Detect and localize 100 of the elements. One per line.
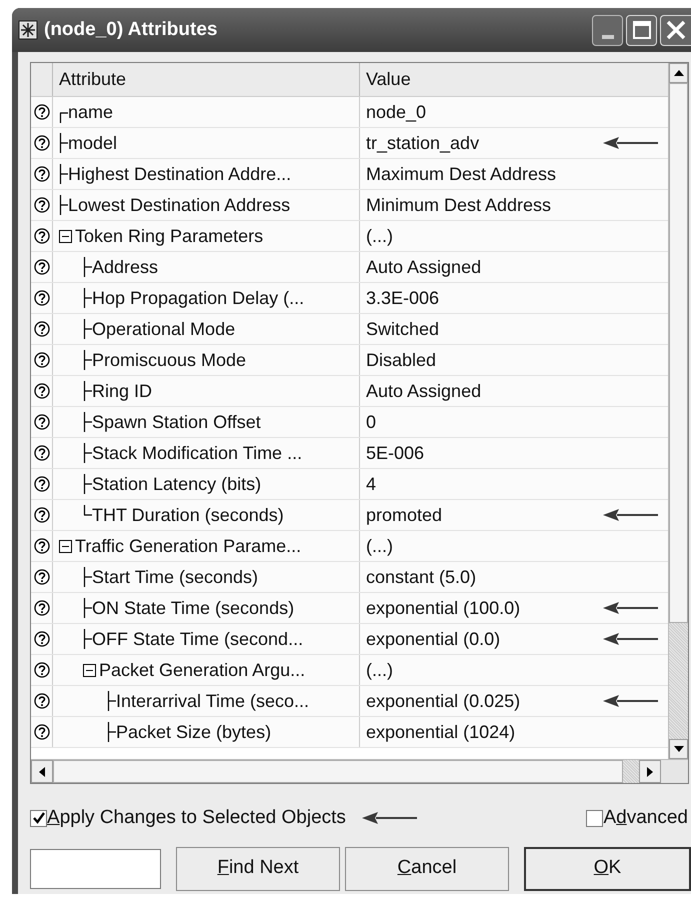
attribute-value[interactable]: exponential (0.025) [366, 688, 520, 714]
table-row[interactable]: model tr_station_adv [31, 128, 668, 159]
attribute-value[interactable]: promoted [366, 502, 442, 528]
help-icon [34, 290, 50, 306]
attribute-value[interactable]: exponential (0.0) [366, 626, 500, 652]
attribute-value[interactable]: Auto Assigned [366, 254, 482, 280]
attribute-name: Address [92, 256, 158, 278]
table-row[interactable]: Spawn Station Offset 0 [31, 407, 668, 438]
column-header[interactable]: Attribute [59, 66, 126, 93]
table-row[interactable]: Lowest Destination Address Minimum Dest Address [31, 190, 668, 221]
attribute-value[interactable]: Maximum Dest Address [366, 160, 556, 188]
table-row[interactable]: Promiscuous Mode Disabled [31, 345, 668, 376]
attribute-value[interactable]: (...) [366, 656, 393, 684]
scrollbar-track[interactable] [623, 760, 639, 783]
vertical-scrollbar[interactable] [668, 63, 688, 759]
table-row[interactable]: OFF State Time (second... exponential (0.0) [31, 624, 668, 655]
attribute-value[interactable]: Auto Assigned [366, 378, 482, 404]
attribute-value[interactable]: Minimum Dest Address [366, 192, 552, 218]
attribute-value[interactable]: 0 [366, 408, 376, 436]
checkbox-label[interactable]: Apply Changes to Selected Objects [47, 804, 346, 832]
window-title: (node_0) Attributes [44, 18, 218, 42]
search-field[interactable] [30, 848, 161, 888]
column-header[interactable]: Value [366, 66, 411, 93]
minimize-button[interactable] [592, 14, 623, 46]
help-icon [34, 445, 50, 461]
attribute-value[interactable]: 3.3E-006 [366, 284, 440, 312]
scroll-down-button[interactable] [669, 739, 688, 759]
table-row[interactable]: Token Ring Parameters (...) [31, 221, 668, 252]
minimize-icon [602, 34, 614, 38]
help-icon [34, 631, 50, 647]
table-row[interactable]: Station Latency (bits) 4 [31, 469, 668, 500]
table-row[interactable]: Traffic Generation Parame... (...) [31, 531, 668, 562]
up-arrow-icon [674, 70, 684, 76]
table-row[interactable]: THT Duration (seconds) promoted [31, 500, 668, 531]
table-row[interactable]: Operational Mode Switched [31, 314, 668, 345]
attribute-value[interactable]: tr_station_adv [366, 130, 480, 156]
help-icon [34, 104, 50, 120]
scrollbar-thumb[interactable] [669, 83, 688, 623]
table-row[interactable]: Ring ID Auto Assigned [31, 376, 668, 407]
help-icon [34, 352, 50, 368]
close-button[interactable] [660, 14, 691, 46]
maximize-button[interactable] [626, 14, 657, 46]
attribute-name: Start Time (seconds) [92, 566, 258, 589]
help-icon [34, 724, 50, 740]
attribute-name: name [68, 100, 114, 124]
down-arrow-icon [674, 746, 684, 752]
table-row[interactable]: Interarrival Time (seco... exponential (0.025) [31, 686, 668, 717]
table-row[interactable]: Stack Modification Time ... 5E-006 [31, 438, 668, 469]
app-icon [18, 20, 38, 40]
help-icon [34, 476, 50, 492]
table-row[interactable]: Highest Destination Addre... Maximum Dest Address [31, 159, 668, 190]
attribute-value[interactable]: (...) [366, 532, 393, 560]
checkbox[interactable] [30, 810, 47, 827]
attribute-name: Spawn Station Offset [92, 410, 261, 434]
table-row[interactable]: Packet Generation Argu... (...) [31, 655, 668, 686]
scroll-right-button[interactable] [639, 760, 661, 783]
help-icon [34, 383, 50, 399]
help-icon [34, 538, 50, 554]
ok-button[interactable]: OK [524, 846, 691, 890]
attribute-value[interactable]: 5E-006 [366, 440, 424, 466]
attribute-name: OFF State Time (second... [92, 628, 304, 651]
help-icon [34, 259, 50, 275]
help-icon [34, 569, 50, 585]
attribute-value[interactable]: 4 [366, 470, 376, 498]
attribute-value[interactable]: Disabled [366, 346, 436, 374]
table-row[interactable]: Packet Size (bytes) exponential (1024) [31, 717, 668, 748]
help-icon [34, 321, 50, 337]
scrollbar-thumb[interactable] [53, 760, 623, 783]
attribute-value[interactable]: exponential (1024) [366, 718, 516, 746]
attribute-value[interactable]: exponential (100.0) [366, 594, 520, 622]
attribute-value[interactable]: node_0 [366, 98, 426, 126]
table-row[interactable]: Hop Propagation Delay (... 3.3E-006 [31, 283, 668, 314]
table-row[interactable]: Start Time (seconds) constant (5.0) [31, 562, 668, 593]
table-row[interactable]: name node_0 [31, 97, 668, 128]
dialog-button[interactable]: Find Next [176, 846, 340, 890]
checkbox[interactable] [586, 810, 604, 827]
help-icon [34, 414, 50, 430]
collapse-icon[interactable] [59, 230, 72, 242]
attribute-value[interactable]: Switched [366, 316, 440, 342]
scroll-left-button[interactable] [31, 760, 53, 783]
attribute-name: Interarrival Time (seco... [116, 690, 310, 713]
collapse-icon[interactable] [59, 540, 72, 552]
dialog-button[interactable]: Cancel [345, 846, 509, 890]
attribute-name: ON State Time (seconds) [92, 596, 294, 620]
checkbox-label[interactable]: Advanced [603, 804, 688, 832]
attribute-name: Promiscuous Mode [92, 348, 246, 372]
help-icon [34, 662, 50, 678]
attribute-name: Highest Destination Addre... [68, 162, 292, 186]
table-row[interactable]: ON State Time (seconds) exponential (100.0) [31, 593, 668, 624]
attribute-name: Traffic Generation Parame... [75, 534, 302, 558]
attribute-value[interactable]: (...) [366, 222, 393, 250]
attribute-value[interactable]: constant (5.0) [366, 564, 476, 590]
help-icon [34, 507, 50, 523]
attribute-name: THT Duration (seconds) [92, 504, 284, 527]
attribute-name: model [68, 132, 118, 154]
table-row[interactable]: Address Auto Assigned [31, 252, 668, 283]
collapse-icon[interactable] [83, 664, 96, 676]
scroll-up-button[interactable] [669, 63, 688, 83]
check-icon [32, 812, 44, 824]
horizontal-scrollbar[interactable] [31, 759, 688, 783]
